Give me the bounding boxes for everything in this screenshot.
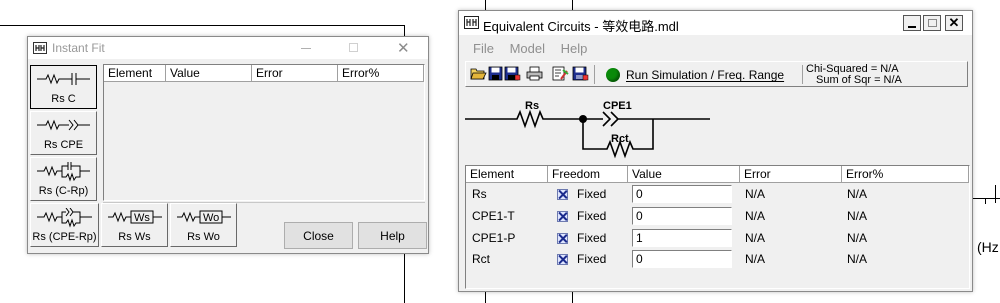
close-icon[interactable]: ✕ (397, 39, 410, 57)
row-error: N/A (745, 209, 766, 223)
instant-fit-app-icon (33, 42, 47, 54)
row-error-pct: N/A (847, 252, 868, 266)
circuit-button-label: Rs (C-Rp) (38, 185, 89, 197)
menu-help[interactable]: Help (561, 41, 588, 56)
row-freedom: Fixed (577, 209, 607, 223)
toolbar-separator (802, 65, 803, 84)
column-header-error[interactable]: Error (252, 65, 338, 82)
row-freedom: Fixed (577, 187, 607, 201)
column-header-element[interactable]: Element (104, 65, 166, 82)
row-error: N/A (745, 187, 766, 201)
background-line (985, 198, 986, 204)
circuit-button-label: Rs (CPE-Rp) (32, 231, 97, 243)
row-error: N/A (745, 252, 766, 266)
column-header-freedom[interactable]: Freedom (548, 166, 628, 183)
value-field[interactable]: 1 (632, 229, 732, 247)
open-folder-icon[interactable] (470, 66, 487, 83)
row-element: CPE1-P (472, 231, 516, 245)
column-header-element[interactable]: Element (466, 166, 548, 183)
instant-fit-window: Instant Fit ✕ Rs C Rs CPE Rs (C-Rp) Rs (… (27, 36, 429, 254)
column-header-value[interactable]: Value (628, 166, 740, 183)
minimize-icon[interactable] (301, 48, 311, 49)
rct-label: Rct (611, 133, 629, 145)
column-header-error-pct[interactable]: Error% (338, 65, 424, 82)
row-error: N/A (745, 231, 766, 245)
circuit-button-label: Rs Wo (187, 231, 220, 243)
circuit-diagram: Rs CPE1 Rct (465, 91, 968, 166)
rs-c-rp-circuit-icon (37, 162, 90, 182)
row-error-pct: N/A (847, 187, 868, 201)
close-icon[interactable]: ✕ (945, 15, 963, 31)
column-header-error-pct[interactable]: Error% (842, 166, 969, 183)
help-button[interactable]: Help (358, 222, 427, 249)
cpe1-label: CPE1 (603, 100, 632, 112)
row-element: CPE1-T (472, 209, 515, 223)
value-field[interactable]: 0 (632, 250, 732, 268)
rs-c-circuit-icon (37, 73, 90, 85)
parameter-table: Element Freedom Value Error Error% Rs Fi… (465, 165, 970, 289)
equivalent-circuits-window: Equivalent Circuits - 等效电路.mdl ✕ File Mo… (458, 10, 973, 292)
row-element: Rs (472, 187, 487, 201)
value-field[interactable]: 0 (632, 207, 732, 225)
rs-cpe-rp-circuit-icon (37, 208, 92, 228)
equiv-toolbar: Run Simulation / Freq. Range Chi-Squared… (465, 61, 968, 87)
column-header-error[interactable]: Error (740, 166, 842, 183)
save-as-icon[interactable] (504, 66, 521, 83)
sum-of-sqr-label: Sum of Sqr = N/A (816, 74, 902, 86)
equiv-titlebar[interactable]: Equivalent Circuits - 等效电路.mdl ✕ (459, 11, 972, 35)
save-data-icon[interactable] (572, 66, 589, 83)
circuit-button-label: Rs Ws (118, 231, 151, 243)
run-simulation-button[interactable]: Run Simulation / Freq. Range (626, 68, 784, 82)
save-icon[interactable] (488, 66, 505, 83)
rs-cpe-circuit-icon (37, 119, 90, 131)
run-indicator-icon (606, 68, 620, 82)
freedom-checkbox[interactable] (557, 254, 568, 265)
row-freedom: Fixed (577, 231, 607, 245)
row-error-pct: N/A (847, 231, 868, 245)
column-header-value[interactable]: Value (166, 65, 252, 82)
toolbar-separator (594, 65, 595, 84)
rs-label: Rs (525, 100, 540, 112)
circuit-button-rs-c-rp[interactable]: Rs (C-Rp) (30, 157, 97, 201)
circuit-button-label: Rs CPE (43, 139, 84, 151)
value-field[interactable]: 0 (632, 185, 732, 203)
rs-wo-circuit-icon: Wo (177, 210, 231, 224)
circuit-button-rs-wo[interactable]: Wo Rs Wo (170, 203, 237, 247)
equiv-menubar: File Model Help (473, 41, 599, 56)
rs-ws-circuit-icon: Ws (108, 210, 162, 224)
circuit-button-rs-ws[interactable]: Ws Rs Ws (101, 203, 168, 247)
row-error-pct: N/A (847, 209, 868, 223)
background-line (995, 185, 996, 203)
freedom-checkbox[interactable] (557, 211, 568, 222)
maximize-icon[interactable] (349, 43, 358, 52)
svg-text:Ws: Ws (134, 212, 150, 224)
minimize-icon[interactable] (903, 15, 921, 31)
maximize-icon[interactable] (923, 15, 941, 31)
freedom-checkbox[interactable] (557, 233, 568, 244)
freedom-checkbox[interactable] (557, 189, 568, 200)
print-icon[interactable] (526, 66, 543, 83)
circuit-button-rs-cpe-rp[interactable]: Rs (CPE-Rp) (30, 203, 99, 247)
row-freedom: Fixed (577, 252, 607, 266)
equiv-title: Equivalent Circuits - 等效电路.mdl (483, 19, 679, 34)
background-line (0, 25, 405, 26)
svg-text:Wo: Wo (203, 212, 219, 224)
instant-fit-table: Element Value Error Error% (103, 64, 425, 201)
axis-unit-label: (Hz (977, 239, 999, 255)
instant-fit-title: Instant Fit (52, 41, 105, 55)
divider (103, 202, 425, 203)
instant-fit-titlebar[interactable]: Instant Fit ✕ (28, 37, 428, 59)
menu-model[interactable]: Model (510, 41, 545, 56)
close-button[interactable]: Close (284, 222, 353, 249)
circuit-button-label: Rs C (51, 93, 76, 105)
row-element: Rct (472, 252, 490, 266)
circuit-button-rs-cpe[interactable]: Rs CPE (30, 111, 97, 155)
circuit-button-rs-c[interactable]: Rs C (30, 65, 97, 109)
menu-file[interactable]: File (473, 41, 494, 56)
equiv-app-icon (464, 16, 479, 29)
edit-circuit-icon[interactable] (552, 66, 569, 83)
